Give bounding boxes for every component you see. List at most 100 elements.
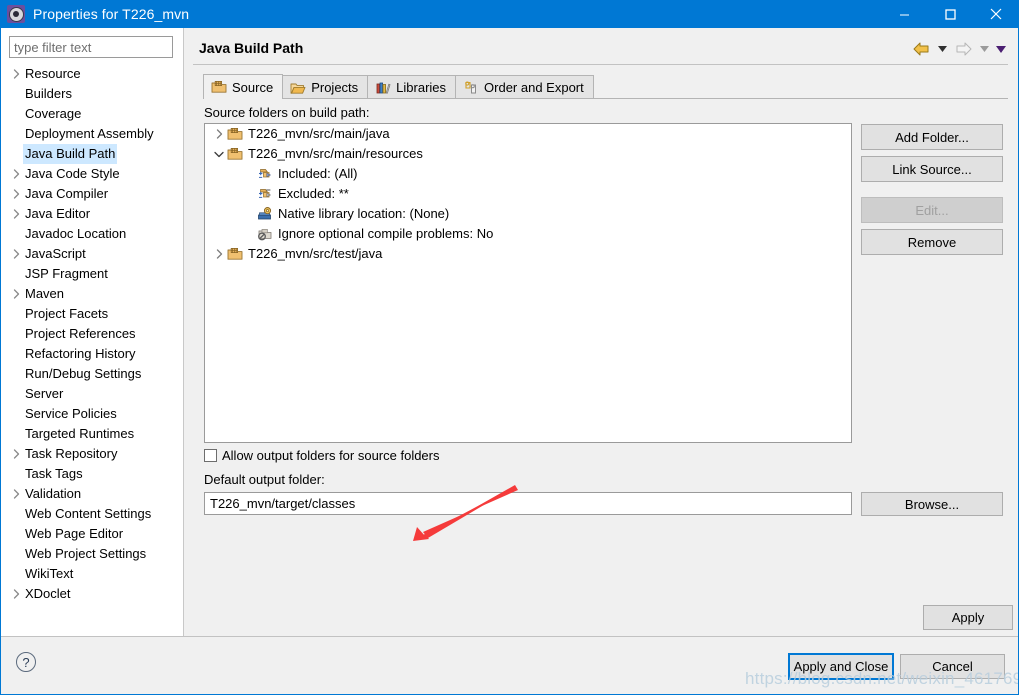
package-folder-icon — [211, 79, 227, 95]
sidebar-item-label: Javadoc Location — [25, 226, 127, 241]
chevron-right-icon[interactable] — [9, 209, 23, 219]
sidebar-item-java-code-style[interactable]: Java Code Style — [1, 164, 183, 184]
properties-dialog: Properties for T226_mvn Resource Builders… — [0, 0, 1019, 695]
order-export-icon — [463, 80, 479, 96]
view-menu-chevron-down-icon[interactable] — [994, 39, 1008, 59]
tab-source[interactable]: Source — [203, 74, 284, 99]
chevron-right-icon[interactable] — [9, 449, 23, 459]
filter-input[interactable] — [9, 36, 173, 58]
sidebar-item-builders[interactable]: Builders — [1, 84, 183, 104]
sidebar-item-project-references[interactable]: Project References — [1, 324, 183, 344]
sidebar-item-label: Web Page Editor — [25, 526, 124, 541]
default-output-folder-input[interactable] — [204, 492, 852, 515]
sidebar-item-refactoring-history[interactable]: Refactoring History — [1, 344, 183, 364]
link-source-button[interactable]: Link Source... — [861, 156, 1003, 182]
chevron-right-icon[interactable] — [9, 589, 23, 599]
source-tree-row[interactable]: Ignore optional compile problems: No — [205, 224, 851, 244]
chevron-right-icon[interactable] — [9, 249, 23, 259]
source-tree-row[interactable]: T226_mvn/src/main/resources — [205, 144, 851, 164]
sidebar-item-server[interactable]: Server — [1, 384, 183, 404]
close-button[interactable] — [973, 0, 1019, 28]
tab-libraries[interactable]: Libraries — [367, 75, 457, 99]
source-tree-label: T226_mvn/src/test/java — [248, 246, 383, 261]
tab-label: Projects — [311, 80, 359, 95]
sidebar-item-label: Project References — [25, 326, 136, 341]
sidebar-item-maven[interactable]: Maven — [1, 284, 183, 304]
books-icon — [375, 80, 391, 96]
chevron-right-icon[interactable] — [9, 289, 23, 299]
sidebar-item-service-policies[interactable]: Service Policies — [1, 404, 183, 424]
apply-button[interactable]: Apply — [923, 605, 1013, 630]
source-tree-label: T226_mvn/src/main/java — [248, 126, 390, 141]
sidebar-item-label: Web Content Settings — [25, 506, 152, 521]
source-tree-row[interactable]: T226_mvn/src/test/java — [205, 244, 851, 264]
main-panel: Java Build Path Source Projects Librarie… — [185, 28, 1018, 636]
sidebar-item-task-repository[interactable]: Task Repository — [1, 444, 183, 464]
tabs-underline — [203, 98, 1008, 99]
sidebar-item-label: JavaScript — [25, 246, 86, 261]
chevron-right-icon[interactable] — [211, 129, 227, 139]
sidebar-item-validation[interactable]: Validation — [1, 484, 183, 504]
sidebar-item-label: Coverage — [25, 106, 82, 121]
chevron-right-icon[interactable] — [211, 249, 227, 259]
source-tree-label: Included: (All) — [278, 166, 358, 181]
sidebar-item-web-page-editor[interactable]: Web Page Editor — [1, 524, 183, 544]
sidebar-item-java-editor[interactable]: Java Editor — [1, 204, 183, 224]
cancel-button[interactable]: Cancel — [900, 654, 1005, 679]
tab-projects[interactable]: Projects — [282, 75, 369, 99]
navigation-controls — [910, 39, 1008, 59]
allow-output-folders-row[interactable]: Allow output folders for source folders — [204, 448, 440, 463]
source-tree-row[interactable]: T226_mvn/src/main/java — [205, 124, 851, 144]
sidebar-item-label: Java Editor — [25, 206, 91, 221]
chevron-down-icon[interactable] — [211, 151, 227, 158]
source-folder-icon — [227, 126, 243, 142]
source-tree-row[interactable]: Included: (All) — [205, 164, 851, 184]
apply-and-close-button[interactable]: Apply and Close — [788, 653, 894, 680]
sidebar-item-label: Java Compiler — [25, 186, 109, 201]
tab-label: Source — [232, 79, 274, 95]
sidebar-item-jsp-fragment[interactable]: JSP Fragment — [1, 264, 183, 284]
sidebar-item-targeted-runtimes[interactable]: Targeted Runtimes — [1, 424, 183, 444]
chevron-right-icon[interactable] — [9, 69, 23, 79]
sidebar-item-coverage[interactable]: Coverage — [1, 104, 183, 124]
sidebar-item-project-facets[interactable]: Project Facets — [1, 304, 183, 324]
allow-output-folders-checkbox[interactable] — [204, 449, 217, 462]
sidebar-item-web-project-settings[interactable]: Web Project Settings — [1, 544, 183, 564]
back-arrow-icon[interactable] — [910, 39, 932, 59]
sidebar-item-java-compiler[interactable]: Java Compiler — [1, 184, 183, 204]
source-tree-row[interactable]: Excluded: ** — [205, 184, 851, 204]
sidebar-item-java-build-path[interactable]: Java Build Path — [1, 144, 183, 164]
source-folders-tree[interactable]: T226_mvn/src/main/java T226_mvn/src/main/… — [204, 123, 852, 443]
edit-button: Edit... — [861, 197, 1003, 223]
browse-button[interactable]: Browse... — [861, 492, 1003, 516]
sidebar-item-resource[interactable]: Resource — [1, 64, 183, 84]
tab-order-and-export[interactable]: Order and Export — [455, 75, 594, 99]
sidebar-item-label: WikiText — [25, 566, 74, 581]
chevron-right-icon[interactable] — [9, 489, 23, 499]
sidebar-item-deployment-assembly[interactable]: Deployment Assembly — [1, 124, 183, 144]
chevron-right-icon[interactable] — [9, 169, 23, 179]
sidebar-item-javadoc-location[interactable]: Javadoc Location — [1, 224, 183, 244]
source-folders-label: Source folders on build path: — [204, 105, 370, 120]
remove-button[interactable]: Remove — [861, 229, 1003, 255]
sidebar-item-task-tags[interactable]: Task Tags — [1, 464, 183, 484]
chevron-right-icon[interactable] — [9, 189, 23, 199]
source-tree-row[interactable]: Native library location: (None) — [205, 204, 851, 224]
minimize-button[interactable] — [881, 0, 927, 28]
sidebar-item-run-debug-settings[interactable]: Run/Debug Settings — [1, 364, 183, 384]
page-title: Java Build Path — [199, 40, 304, 56]
sidebar-item-label: Java Build Path — [23, 144, 118, 164]
sidebar-item-label: Project Facets — [25, 306, 109, 321]
title-separator — [193, 64, 1008, 65]
forward-arrow-icon — [952, 39, 974, 59]
sidebar-item-label: Run/Debug Settings — [25, 366, 142, 381]
included-icon — [257, 166, 273, 182]
sidebar-item-xdoclet[interactable]: XDoclet — [1, 584, 183, 604]
maximize-button[interactable] — [927, 0, 973, 28]
sidebar-item-wikitext[interactable]: WikiText — [1, 564, 183, 584]
sidebar-item-javascript[interactable]: JavaScript — [1, 244, 183, 264]
help-icon[interactable]: ? — [16, 652, 36, 672]
add-folder-button[interactable]: Add Folder... — [861, 124, 1003, 150]
back-history-chevron-down-icon[interactable] — [935, 39, 949, 59]
sidebar-item-web-content-settings[interactable]: Web Content Settings — [1, 504, 183, 524]
